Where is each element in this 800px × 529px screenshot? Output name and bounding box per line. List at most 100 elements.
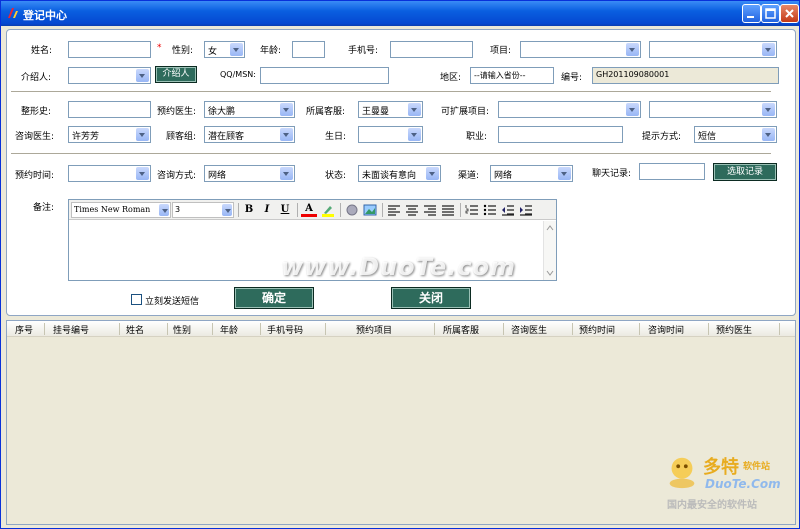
- chevron-down-icon: [762, 103, 775, 116]
- toolbar-separator: [460, 203, 461, 217]
- ordered-list-icon[interactable]: [464, 203, 480, 217]
- job-input[interactable]: [498, 126, 623, 143]
- close-window-button[interactable]: [780, 4, 799, 23]
- minimize-button[interactable]: [742, 4, 761, 23]
- italic-icon[interactable]: I: [259, 203, 275, 217]
- column-header[interactable]: 手机号码: [267, 323, 303, 336]
- introducer-label: 介绍人:: [21, 73, 52, 83]
- column-divider: [708, 323, 709, 335]
- indent-icon[interactable]: [518, 203, 534, 217]
- align-right-icon[interactable]: [422, 203, 438, 217]
- scroll-up-icon[interactable]: [544, 223, 556, 233]
- region-label: 地区:: [440, 73, 462, 83]
- font-name-select[interactable]: Times New Roman: [71, 202, 171, 218]
- watermark: www.DuoTe.com: [281, 253, 516, 281]
- project-sub-select[interactable]: [649, 41, 777, 58]
- chevron-down-icon: [159, 204, 169, 216]
- toolbar-separator: [382, 203, 383, 217]
- column-header[interactable]: 咨询时间: [648, 323, 684, 336]
- column-divider: [212, 323, 213, 335]
- channel-value: 网络: [494, 171, 513, 181]
- column-header[interactable]: 序号: [15, 323, 33, 336]
- sms-checkbox[interactable]: [131, 294, 142, 305]
- unordered-list-icon[interactable]: [482, 203, 498, 217]
- notify-label: 提示方式:: [642, 132, 682, 142]
- image-icon[interactable]: [362, 203, 378, 217]
- region-input[interactable]: --请输入省份--: [470, 67, 554, 84]
- status-select[interactable]: 未面谈有意向: [358, 165, 441, 182]
- expand-project-select[interactable]: [498, 101, 641, 118]
- underline-icon[interactable]: U: [277, 203, 293, 217]
- column-header[interactable]: 预约医生: [716, 323, 752, 336]
- service-label: 所属客服:: [306, 107, 346, 117]
- font-name-value: Times New Roman: [74, 205, 151, 214]
- bold-icon[interactable]: B: [241, 203, 257, 217]
- titlebar: 登记中心: [1, 1, 799, 26]
- age-input[interactable]: [292, 41, 325, 58]
- maximize-button[interactable]: [761, 4, 780, 23]
- qq-input[interactable]: [260, 67, 389, 84]
- expand-project-sub-select[interactable]: [649, 101, 777, 118]
- editor-scrollbar[interactable]: [543, 221, 556, 280]
- booking-doctor-select[interactable]: 徐大鹏: [204, 101, 295, 118]
- select-chat-button[interactable]: 选取记录: [713, 163, 777, 181]
- minimize-icon: [747, 16, 754, 18]
- column-header[interactable]: 所属客服: [443, 323, 479, 336]
- font-size-select[interactable]: 3: [172, 202, 234, 218]
- project-select[interactable]: [520, 41, 641, 58]
- chat-input[interactable]: [639, 163, 705, 180]
- consult-doctor-select[interactable]: 许芳芳: [68, 126, 151, 143]
- birthday-select[interactable]: [358, 126, 423, 143]
- chevron-down-icon: [280, 128, 293, 141]
- outdent-icon[interactable]: [500, 203, 516, 217]
- introducer-button[interactable]: 介绍人: [155, 66, 197, 83]
- gender-select[interactable]: 女: [204, 41, 245, 58]
- chevron-down-icon: [230, 43, 243, 56]
- project-label: 项目:: [490, 46, 512, 56]
- close-button[interactable]: 关闭: [391, 287, 471, 309]
- booking-time-label: 预约时间:: [15, 171, 55, 181]
- column-divider: [572, 323, 573, 335]
- chat-label: 聊天记录:: [592, 169, 632, 179]
- service-select[interactable]: 王曼曼: [358, 101, 423, 118]
- customer-group-select[interactable]: 潜在顾客: [204, 126, 295, 143]
- consult-way-select[interactable]: 网络: [204, 165, 295, 182]
- align-center-icon[interactable]: [404, 203, 420, 217]
- scroll-down-icon[interactable]: [544, 268, 556, 278]
- phone-input[interactable]: [390, 41, 473, 58]
- name-input[interactable]: [68, 41, 151, 58]
- channel-select[interactable]: 网络: [490, 165, 573, 182]
- column-header[interactable]: 预约项目: [356, 323, 392, 336]
- consult-way-value: 网络: [208, 171, 227, 181]
- introducer-select[interactable]: [68, 67, 151, 84]
- divider: [11, 153, 771, 155]
- column-header[interactable]: 预约时间: [579, 323, 615, 336]
- column-divider: [639, 323, 640, 335]
- font-color-icon[interactable]: A: [301, 203, 317, 217]
- chevron-down-icon: [280, 103, 293, 116]
- column-header[interactable]: 姓名: [126, 323, 144, 336]
- notify-value: 短信: [698, 132, 717, 142]
- column-header[interactable]: 挂号编号: [53, 323, 89, 336]
- highlight-icon[interactable]: [320, 203, 336, 217]
- link-icon[interactable]: [344, 203, 360, 217]
- sms-checkbox-label: 立刻发送短信: [145, 297, 200, 307]
- column-header[interactable]: 年龄: [220, 323, 238, 336]
- column-header[interactable]: 性别: [173, 323, 191, 336]
- booking-time-select[interactable]: [68, 165, 151, 182]
- consult-doctor-label: 咨询医生:: [15, 132, 55, 142]
- chevron-down-icon: [136, 128, 149, 141]
- column-divider: [434, 323, 435, 335]
- column-header[interactable]: 咨询医生: [511, 323, 547, 336]
- ok-button[interactable]: 确定: [234, 287, 314, 309]
- notify-select[interactable]: 短信: [694, 126, 777, 143]
- column-divider: [167, 323, 168, 335]
- register-window: 登记中心 姓名: * 性别: 女 年龄: 手机号: 项目: 介绍人: 介绍人 Q…: [0, 0, 800, 529]
- align-left-icon[interactable]: [386, 203, 402, 217]
- logo-title: 多特: [703, 457, 739, 478]
- justify-icon[interactable]: [440, 203, 456, 217]
- consult-doctor-value: 许芳芳: [72, 132, 100, 142]
- birthday-label: 生日:: [325, 132, 347, 142]
- history-input[interactable]: [68, 101, 151, 118]
- customer-group-label: 顾客组:: [166, 132, 197, 142]
